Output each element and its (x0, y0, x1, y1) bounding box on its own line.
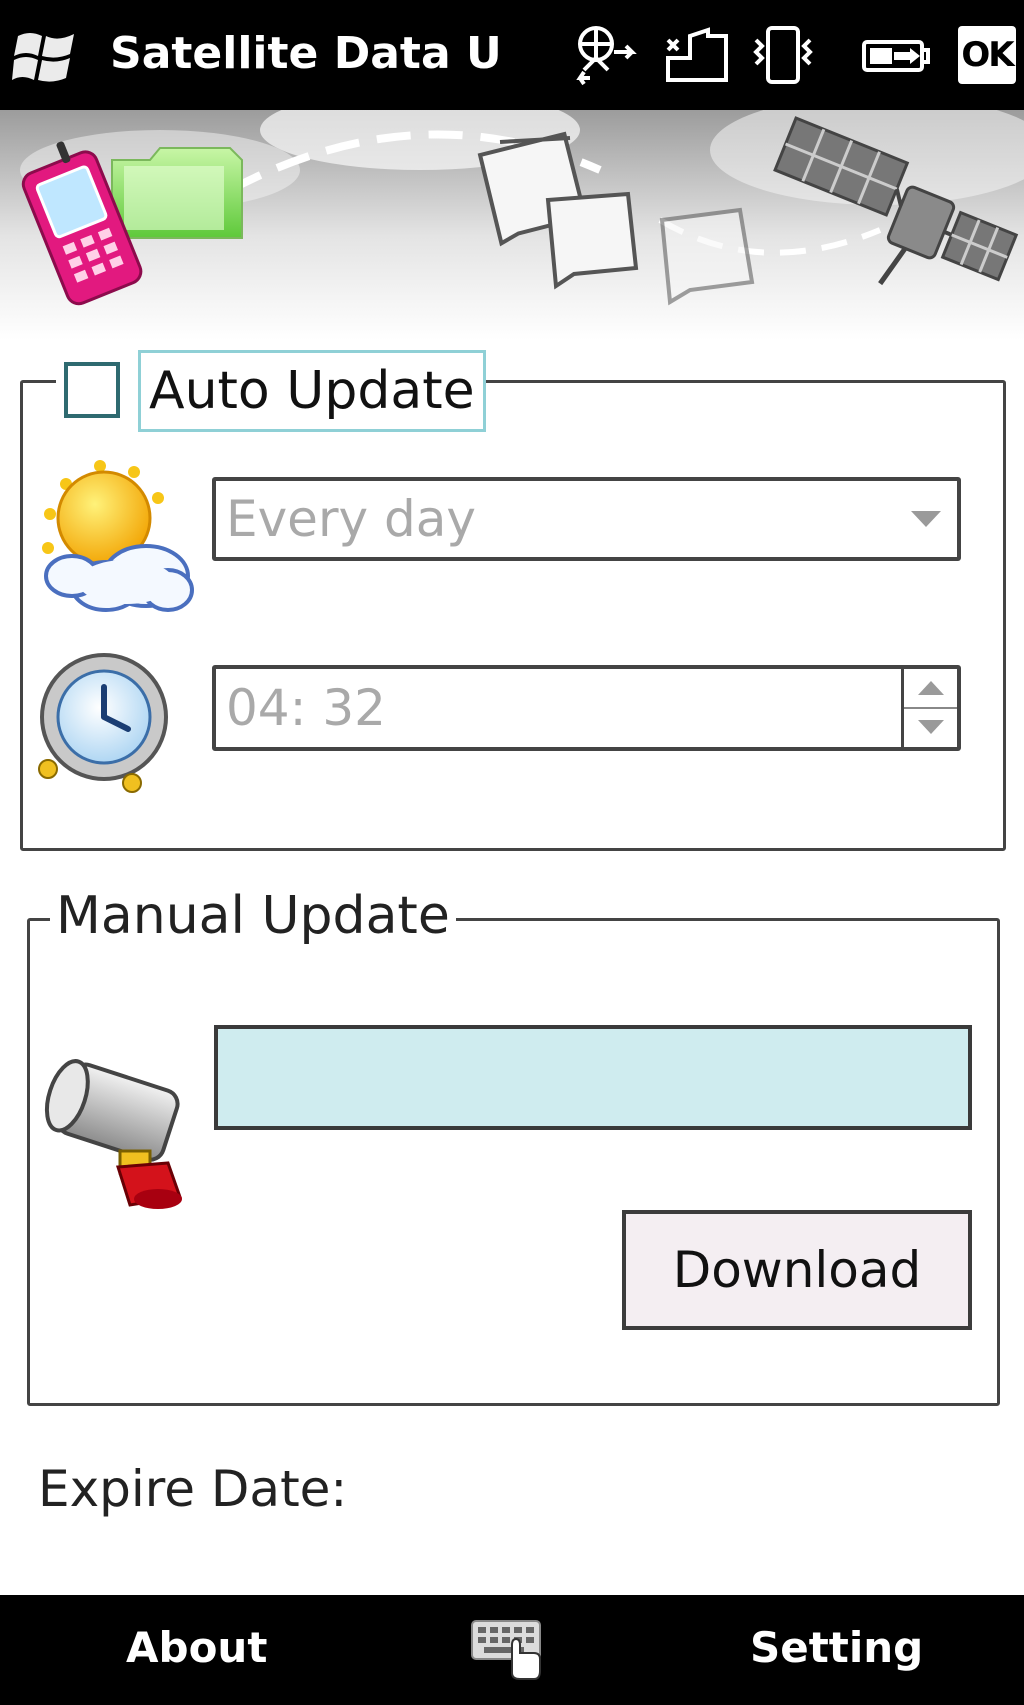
no-signal-icon (666, 27, 728, 82)
time-value: 04: 32 (226, 679, 386, 737)
auto-update-checkbox[interactable] (64, 362, 120, 418)
frequency-value: Every day (226, 490, 476, 548)
alarm-clock-icon (38, 653, 168, 793)
download-button[interactable]: Download (622, 1210, 972, 1330)
title-bar: Satellite Data U OK (0, 0, 1024, 110)
green-folder-icon (111, 147, 243, 239)
expire-date-label: Expire Date: (38, 1460, 348, 1518)
connectivity-icon[interactable] (570, 22, 640, 88)
setting-softkey[interactable]: Setting (750, 1623, 923, 1672)
download-progress-bar (214, 1025, 972, 1130)
vibrate-icon (753, 26, 813, 84)
keyboard-icon[interactable] (468, 1615, 546, 1681)
battery-icon (862, 40, 930, 72)
auto-update-label[interactable]: Auto Update (138, 350, 486, 432)
about-softkey[interactable]: About (126, 1623, 267, 1672)
mallet-icon (44, 1059, 183, 1209)
window-title: Satellite Data U (110, 28, 502, 79)
time-spinner[interactable]: 04: 32 (212, 665, 961, 751)
spin-up-icon[interactable] (904, 669, 957, 709)
time-spin-buttons (901, 669, 957, 747)
chevron-down-icon[interactable] (909, 509, 943, 529)
menu-bar: About Setting (0, 1595, 1024, 1705)
sun-cloud-icon (42, 460, 194, 612)
manual-update-label: Manual Update (50, 885, 456, 947)
windows-start-icon[interactable] (12, 26, 82, 90)
banner (0, 110, 1024, 340)
ok-button[interactable]: OK (958, 26, 1016, 84)
spin-down-icon[interactable] (904, 708, 957, 746)
frequency-dropdown[interactable]: Every day (212, 477, 961, 561)
